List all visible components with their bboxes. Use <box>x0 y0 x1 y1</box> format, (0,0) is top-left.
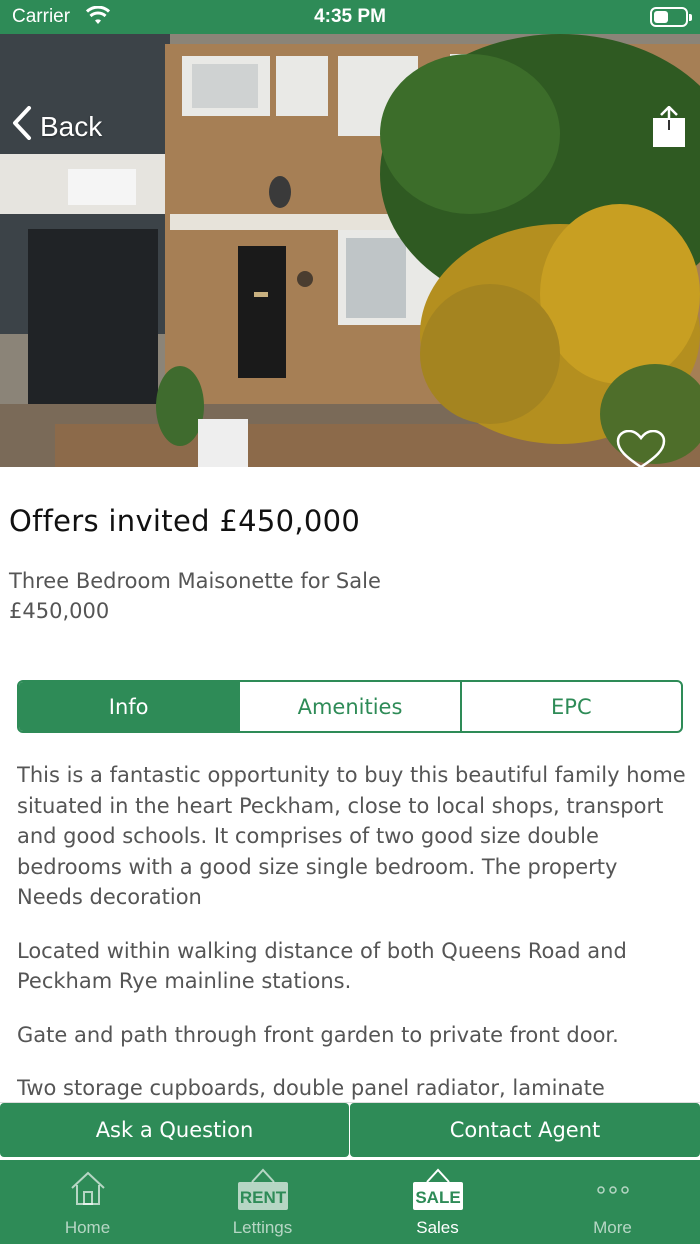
chevron-left-icon <box>12 106 32 147</box>
home-icon <box>68 1168 108 1212</box>
property-title: Three Bedroom Maisonette for Sale <box>9 569 381 593</box>
ask-question-button[interactable]: Ask a Question <box>0 1103 349 1157</box>
description-paragraph: This is a fantastic opportunity to buy t… <box>17 763 686 909</box>
description-paragraph: Located within walking distance of both … <box>17 938 627 994</box>
rent-sign-icon: RENT <box>236 1168 290 1218</box>
sale-sign-icon: SALE <box>411 1168 465 1218</box>
back-label: Back <box>40 110 103 142</box>
bottom-tab-bar: Home RENT Lettings SALE Sales More <box>0 1160 700 1244</box>
property-photo: Back <box>0 34 700 467</box>
tabbar-item-lettings[interactable]: RENT Lettings <box>175 1160 350 1244</box>
svg-text:SALE: SALE <box>415 1188 460 1207</box>
tabbar-item-more[interactable]: More <box>525 1160 700 1244</box>
property-summary: Three Bedroom Maisonette for Sale £450,0… <box>9 566 381 626</box>
details-tabs: Info Amenities EPC <box>17 680 683 733</box>
offer-headline: Offers invited £450,000 <box>9 504 361 538</box>
property-description[interactable]: This is a fantastic opportunity to buy t… <box>17 760 687 1100</box>
share-icon[interactable] <box>652 105 686 148</box>
back-button[interactable]: Back <box>12 106 102 147</box>
description-paragraph: Two storage cupboards, double panel radi… <box>17 1076 605 1100</box>
battery-icon <box>650 7 692 27</box>
description-paragraph: Gate and path through front garden to pr… <box>17 1022 619 1047</box>
action-buttons: Ask a Question Contact Agent <box>0 1102 700 1157</box>
svg-text:RENT: RENT <box>239 1188 286 1207</box>
tab-epc[interactable]: EPC <box>462 682 681 731</box>
tab-amenities[interactable]: Amenities <box>240 682 462 731</box>
tabbar-item-sales[interactable]: SALE Sales <box>350 1160 525 1244</box>
tab-info[interactable]: Info <box>19 682 241 731</box>
favorite-heart-icon[interactable] <box>616 429 666 467</box>
tabbar-label: Home <box>64 1218 111 1237</box>
tabbar-label: Sales <box>416 1218 459 1237</box>
clock-time: 4:35 PM <box>314 6 386 27</box>
status-bar: Carrier 4:35 PM <box>0 0 700 34</box>
property-photo-scene <box>0 34 700 467</box>
tabbar-label: Lettings <box>232 1218 293 1237</box>
tabbar-label: More <box>593 1218 632 1237</box>
tabbar-item-home[interactable]: Home <box>0 1160 175 1244</box>
more-dots-icon <box>593 1168 633 1212</box>
contact-agent-button[interactable]: Contact Agent <box>350 1103 700 1157</box>
property-price: £450,000 <box>9 599 110 623</box>
